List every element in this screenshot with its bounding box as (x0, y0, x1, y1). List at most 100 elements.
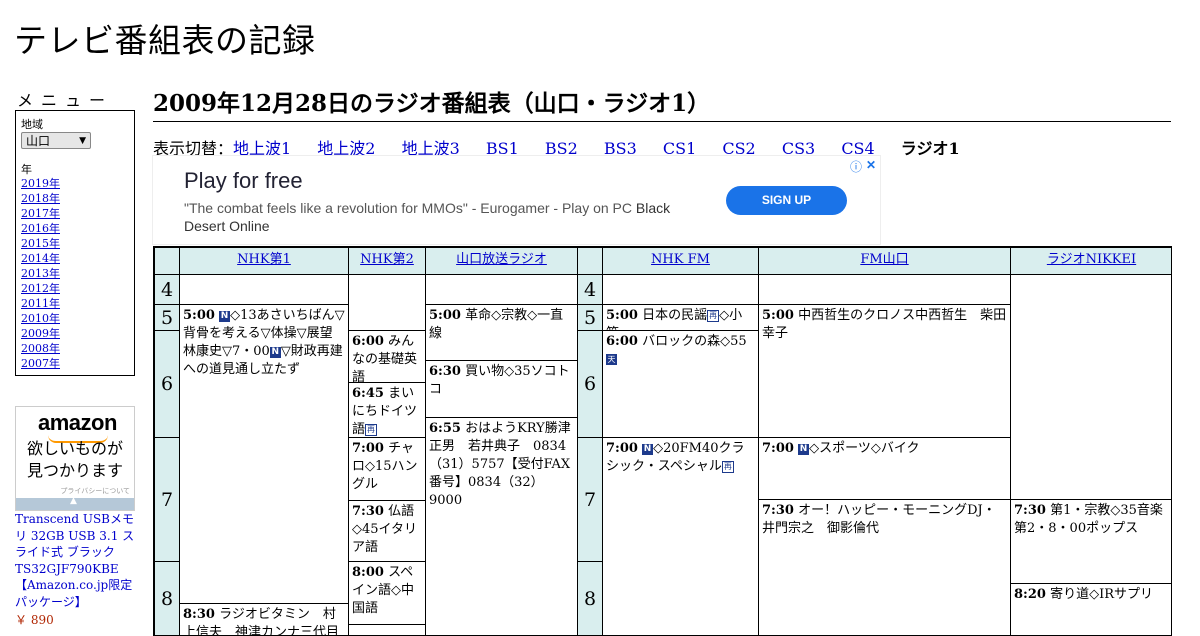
program-cell[interactable]: 7:30 仏語◇45イタリア語 (348, 500, 426, 562)
chevron-down-icon: ▼ (79, 136, 86, 146)
program-cell[interactable]: 5:00 N ◇13あさいちばん▽背骨を考える▽体操▽展望 林康史▽7・00 N ▽財… (179, 304, 349, 604)
rerun-badge-icon: 再 (365, 424, 378, 436)
channel-header: NHK第1 (179, 247, 349, 275)
channel-link-kry[interactable]: 山口放送ラジオ (456, 252, 547, 267)
hour-cell: 6 (154, 330, 180, 438)
hour-cell: 4 (577, 274, 603, 305)
year-link[interactable]: 2015年 (21, 237, 60, 250)
program-time: 7:00 (606, 441, 638, 456)
corner-cell (154, 247, 180, 275)
year-link[interactable]: 2013年 (21, 267, 60, 280)
region-select[interactable]: 山口 ▼ (21, 132, 91, 149)
menu-heading: メニュー (17, 91, 114, 110)
channel-link-fmy[interactable]: FM山口 (860, 252, 908, 267)
menu-box: 地域 山口 ▼ 年 2019年 2018年 2017年 2016年 2015年 … (15, 110, 135, 376)
channel-link-nikkei[interactable]: ラジオNIKKEI (1047, 252, 1136, 267)
channel-header: FM山口 (758, 247, 1011, 275)
program-title: オー！ハッピー・モーニングDJ・井門宗之 御影倫代 (762, 503, 996, 536)
product-price: ￥ 890 (15, 613, 54, 627)
year-link[interactable]: 2014年 (21, 252, 60, 265)
program-time: 6:00 (606, 334, 638, 349)
program-cell[interactable]: 5:00 日本の民謡再◇小箱 (602, 304, 759, 331)
program-title: ◇スポーツ◇バイク (809, 441, 920, 456)
amazon-ad[interactable]: amazon 欲しいものが 見つかります プライバシーについて ▲ (15, 406, 135, 511)
program-cell[interactable]: 7:30 第1・宗教◇35音楽第2・8・00ポップス (1010, 499, 1171, 584)
hour-cell: 5 (154, 304, 180, 331)
ad-description: "The combat feels like a revolution for … (184, 199, 674, 235)
ad-banner[interactable]: ⓘ ✕ Play for free "The combat feels like… (153, 156, 880, 244)
chevron-up-icon: ▲ (70, 496, 77, 506)
news-badge-icon: N (642, 444, 654, 455)
program-cell[interactable]: 6:55 おはようKRY勝津正男 若井典子 0834（31）5757【受付FAX… (425, 417, 578, 635)
channel-header: 山口放送ラジオ (425, 247, 578, 275)
program-cell[interactable]: 7:00 N ◇20FM40クラシック・スペシャル再 (602, 437, 759, 635)
program-title: バロックの森◇55 (642, 334, 747, 349)
year-link[interactable]: 2012年 (21, 282, 60, 295)
product-link[interactable]: Transcend USBメモリ 32GB USB 3.1 スライド式 ブラック… (15, 512, 134, 609)
program-time: 7:00 (762, 441, 794, 456)
year-link[interactable]: 2019年 (21, 177, 60, 190)
program-cell[interactable]: 7:00 チャロ◇15ハングル (348, 437, 426, 501)
program-cell[interactable]: 6:00 バロックの森◇55 天 (602, 330, 759, 438)
year-link[interactable]: 2007年 (21, 357, 60, 370)
program-time: 6:30 (429, 364, 461, 379)
program-time: 8:00 (352, 565, 384, 580)
channel-link-nhk1[interactable]: NHK第1 (237, 252, 291, 267)
program-time: 7:30 (762, 503, 794, 518)
program-cell[interactable]: 8:20 寄り道◇IRサプリ (1010, 583, 1171, 635)
ad-headline: Play for free (184, 168, 303, 193)
switch-current-radio1: ラジオ1 (900, 139, 960, 158)
program-time: 6:45 (352, 386, 384, 401)
rerun-badge-icon: 再 (721, 461, 734, 473)
program-time: 6:55 (429, 421, 461, 436)
channel-header: NHK FM (602, 247, 759, 275)
stereo-badge-icon: 天 (606, 354, 617, 365)
rerun-badge-icon: 再 (707, 310, 720, 322)
program-cell[interactable]: 8:00 スペイン語◇中国語 (348, 561, 426, 625)
year-link[interactable]: 2010年 (21, 312, 60, 325)
empty-slot (425, 274, 578, 305)
region-select-value: 山口 (26, 134, 51, 148)
year-link[interactable]: 2018年 (21, 192, 60, 205)
program-cell[interactable]: 6:00 みんなの基礎英語 (348, 330, 426, 383)
hour-cell: 8 (154, 561, 180, 635)
close-icon[interactable]: ✕ (866, 158, 876, 172)
news-badge-icon: N (269, 347, 281, 358)
year-link[interactable]: 2011年 (21, 297, 60, 310)
channel-header: NHK第2 (348, 247, 426, 275)
year-link[interactable]: 2016年 (21, 222, 60, 235)
program-cell[interactable]: 7:30 オー！ハッピー・モーニングDJ・井門宗之 御影倫代 (758, 499, 1011, 635)
amazon-tagline: 見つかります (26, 461, 123, 480)
program-title: 寄り道◇IRサプリ (1050, 587, 1153, 602)
year-link[interactable]: 2009年 (21, 327, 60, 340)
ad-scroll-bar[interactable]: ▲ (16, 496, 134, 510)
program-grid: NHK第1 NHK第2 山口放送ラジオ NHK FM FM山口 ラジオNIKKE… (153, 246, 1172, 636)
empty-slot (1010, 274, 1171, 500)
channel-link-nhkfm[interactable]: NHK FM (651, 252, 710, 267)
empty-slot (348, 624, 426, 635)
channel-link-nhk2[interactable]: NHK第2 (360, 252, 414, 267)
sign-up-button[interactable]: SIGN UP (726, 186, 847, 215)
program-cell[interactable]: 6:30 買い物◇35ソコトコ (425, 360, 578, 418)
ad-desc-quote: "The combat feels like a revolution for … (184, 200, 632, 216)
hour-cell: 4 (154, 274, 180, 305)
program-cell[interactable]: 5:00 革命◇宗教◇一直線 (425, 304, 578, 361)
program-cell[interactable]: 8:30 ラジオビタミン 村上信夫 神津カンナ三代目魚武 (179, 603, 349, 635)
program-title: 中西哲生のクロノス中西哲生 柴田幸子 (762, 308, 1007, 341)
program-time: 7:00 (352, 441, 384, 456)
amazon-tagline: 欲しいものが (26, 439, 123, 458)
hour-cell: 5 (577, 304, 603, 331)
year-link[interactable]: 2017年 (21, 207, 60, 220)
program-time: 8:20 (1014, 587, 1046, 602)
news-badge-icon: N (219, 311, 231, 322)
info-icon[interactable]: ⓘ (850, 158, 862, 175)
program-time: 5:00 (429, 308, 461, 323)
program-cell[interactable]: 5:00 中西哲生のクロノス中西哲生 柴田幸子 (758, 304, 1011, 438)
program-time: 7:30 (1014, 503, 1046, 518)
hour-cell: 7 (577, 437, 603, 562)
empty-slot (602, 274, 759, 305)
privacy-link[interactable]: プライバシーについて (60, 486, 130, 496)
program-cell[interactable]: 6:45 まいにちドイツ語再 (348, 382, 426, 438)
program-cell[interactable]: 7:00 N ◇スポーツ◇バイク (758, 437, 1011, 500)
year-link[interactable]: 2008年 (21, 342, 60, 355)
